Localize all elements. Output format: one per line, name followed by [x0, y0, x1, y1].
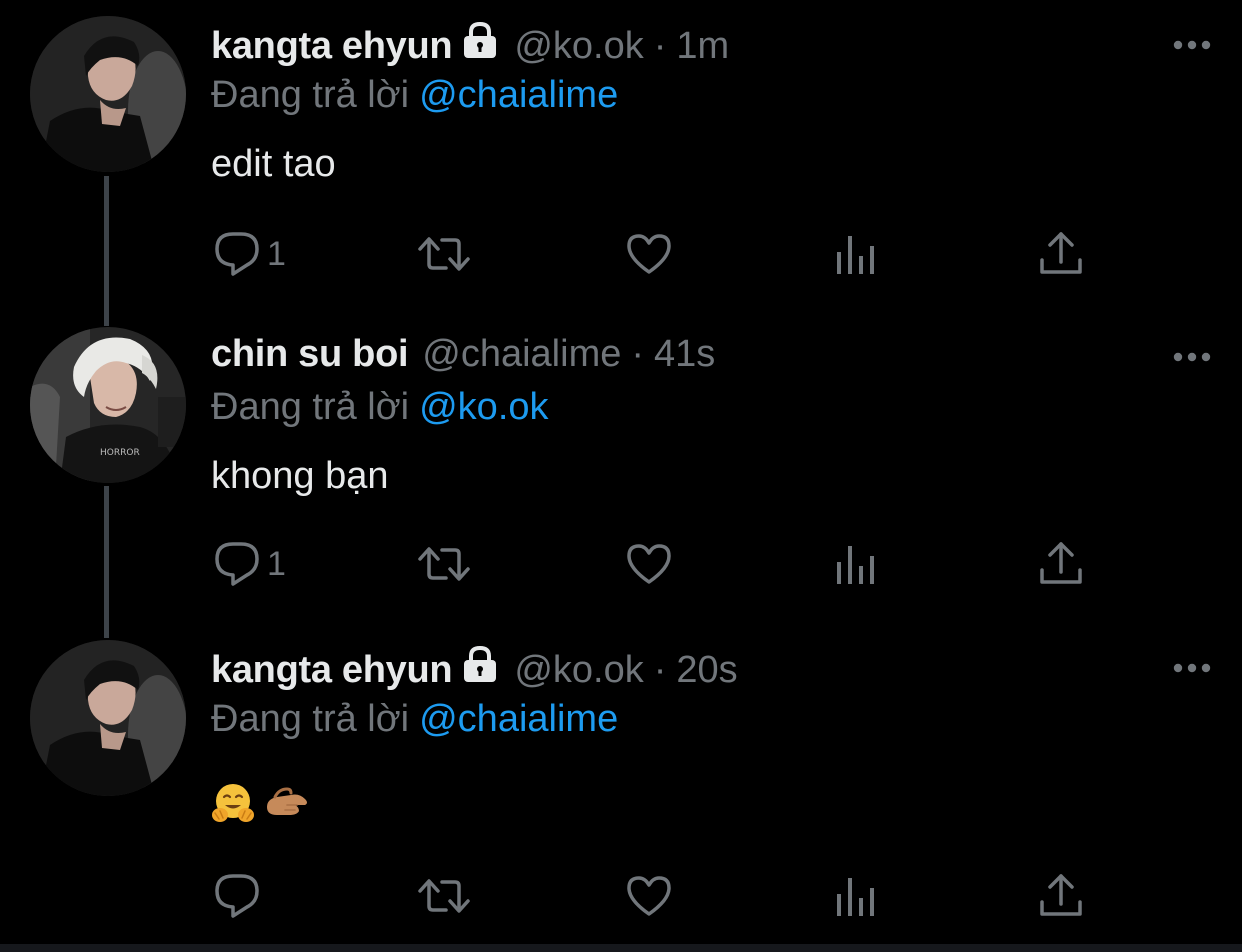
mention-link[interactable]: @chaialime [419, 698, 618, 740]
reply-count: 1 [267, 544, 286, 583]
timestamp[interactable]: 1m [676, 22, 729, 70]
views-button[interactable] [834, 229, 878, 279]
avatar[interactable] [30, 16, 186, 172]
reply-icon [215, 874, 259, 918]
retweet-icon [418, 237, 470, 271]
replying-to: Đang trả lời @chaialime [211, 695, 618, 743]
share-icon [1040, 874, 1082, 916]
share-button[interactable] [1038, 229, 1084, 279]
user-handle[interactable]: @chaialime [422, 330, 621, 378]
thread-view: kangta ehyun @ko.ok · 1m Đang trả lời @c… [0, 0, 1242, 952]
reply-button[interactable]: 1 [213, 539, 286, 589]
views-icon [837, 546, 874, 584]
reply-icon [215, 232, 259, 276]
tweet[interactable]: HORROR chin su boi @chaialime · 41s Đang… [0, 310, 1242, 625]
separator-dot: · [653, 25, 667, 67]
timestamp[interactable]: 41s [654, 330, 715, 378]
user-handle[interactable]: @ko.ok [514, 22, 643, 70]
replying-to-label: Đang trả lời [211, 386, 410, 428]
svg-text:HORROR: HORROR [100, 448, 140, 458]
retweet-button[interactable] [416, 229, 472, 279]
views-icon [837, 236, 874, 274]
tweet-header: kangta ehyun @ko.ok · 20s [211, 645, 738, 694]
reply-count: 1 [267, 234, 286, 273]
tweet[interactable]: kangta ehyun @ko.ok · 20s Đang trả lời @… [0, 625, 1242, 952]
retweet-button[interactable] [416, 539, 472, 589]
retweet-icon [418, 547, 470, 581]
avatar[interactable]: HORROR [30, 327, 186, 483]
reply-icon [215, 542, 259, 586]
more-icon[interactable] [1172, 350, 1212, 362]
like-button[interactable] [625, 871, 673, 921]
mention-link[interactable]: @ko.ok [419, 386, 548, 428]
tweet-actions: 1 [0, 229, 1242, 279]
separator-dot: · [653, 649, 667, 691]
timestamp[interactable]: 20s [676, 646, 737, 694]
tweet-header: chin su boi @chaialime · 41s [211, 330, 715, 378]
share-button[interactable] [1038, 871, 1084, 921]
reply-button[interactable]: 1 [213, 229, 286, 279]
replying-to: Đang trả lời @chaialime [211, 71, 618, 119]
tweet-text: khong bạn [211, 455, 389, 497]
tweet-header: kangta ehyun @ko.ok · 1m [211, 21, 729, 70]
replying-to-label: Đang trả lời [211, 74, 410, 116]
mention-link[interactable]: @chaialime [419, 74, 618, 116]
separator-dot: · [631, 333, 645, 375]
heart-icon [627, 876, 671, 916]
more-icon[interactable] [1172, 661, 1212, 673]
like-button[interactable] [625, 229, 673, 279]
replying-to-label: Đang trả lời [211, 698, 410, 740]
divider [0, 944, 1242, 952]
heart-icon [627, 544, 671, 584]
share-icon [1040, 542, 1082, 584]
tweet-text: edit tao [211, 143, 336, 185]
tweet-emojis [211, 781, 309, 825]
user-handle[interactable]: @ko.ok [514, 646, 643, 694]
tweet-actions: 1 [0, 539, 1242, 589]
reply-button[interactable] [213, 871, 267, 921]
tweet[interactable]: kangta ehyun @ko.ok · 1m Đang trả lời @c… [0, 0, 1242, 310]
display-name[interactable]: chin su boi [211, 330, 409, 378]
share-icon [1040, 232, 1082, 274]
display-name[interactable]: kangta ehyun [211, 646, 453, 694]
views-icon [837, 878, 874, 916]
lock-icon [460, 21, 500, 70]
hugging-face-emoji [212, 784, 254, 822]
retweet-icon [418, 879, 470, 913]
share-button[interactable] [1038, 539, 1084, 589]
more-icon[interactable] [1172, 38, 1212, 50]
heart-icon [627, 234, 671, 274]
avatar[interactable] [30, 640, 186, 796]
lock-icon [460, 645, 500, 694]
retweet-button[interactable] [416, 871, 472, 921]
like-button[interactable] [625, 539, 673, 589]
replying-to: Đang trả lời @ko.ok [211, 383, 549, 431]
tweet-actions [0, 871, 1242, 921]
views-button[interactable] [834, 871, 878, 921]
display-name[interactable]: kangta ehyun [211, 22, 453, 70]
palm-right-hand-emoji [267, 787, 307, 815]
views-button[interactable] [834, 539, 878, 589]
